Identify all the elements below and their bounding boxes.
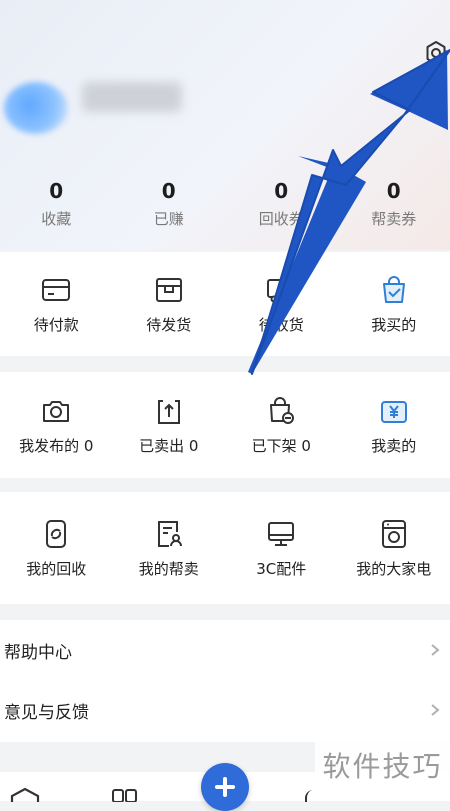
stat-recycle-coupon[interactable]: 0 回收券 [225, 176, 338, 236]
my-recycle-label: 我的回收 [26, 558, 86, 579]
camera-icon [40, 395, 72, 427]
yuan-wallet-icon [378, 395, 410, 427]
menu-list: 帮助中心 意见与反馈 [0, 620, 450, 742]
to-ship-button[interactable]: 待发货 [113, 252, 226, 356]
bag-remove-icon [265, 395, 297, 427]
help-center-label: 帮助中心 [4, 638, 72, 663]
to-pay-label: 待付款 [34, 314, 79, 335]
avatar[interactable] [4, 82, 68, 134]
stat-value: 0 [113, 176, 226, 206]
my-posts-label: 我发布的 0 [19, 435, 93, 456]
delisted-label: 已下架 0 [252, 435, 311, 456]
to-receive-button[interactable]: 待收货 [225, 252, 338, 356]
chevron-right-icon [428, 703, 442, 717]
my-purchases-button[interactable]: 我买的 [338, 252, 450, 356]
accessories-3c-label: 3C配件 [256, 558, 306, 579]
to-ship-label: 待发货 [146, 314, 191, 335]
menu-help-center[interactable]: 帮助中心 [0, 620, 450, 680]
message-tab-icon[interactable] [305, 790, 317, 802]
my-posts-button[interactable]: 我发布的 0 [0, 372, 113, 478]
my-sales-label: 我卖的 [371, 435, 416, 456]
my-recycle-button[interactable]: 我的回收 [0, 492, 113, 604]
stat-sell-coupon[interactable]: 0 帮卖券 [338, 176, 450, 236]
my-appliances-button[interactable]: 我的大家电 [338, 492, 450, 604]
my-help-sell-label: 我的帮卖 [139, 558, 199, 579]
package-box-icon [153, 274, 185, 306]
sold-label: 已卖出 0 [139, 435, 198, 456]
stat-value: 0 [225, 176, 338, 206]
watermark: 软件技巧 [315, 742, 450, 788]
my-help-sell-button[interactable]: 我的帮卖 [113, 492, 226, 604]
stat-earned[interactable]: 0 已赚 [113, 176, 226, 236]
accessories-3c-button[interactable]: 3C配件 [225, 492, 338, 604]
menu-feedback[interactable]: 意见与反馈 [0, 680, 450, 740]
to-pay-button[interactable]: 待付款 [0, 252, 113, 356]
stat-value: 0 [0, 176, 113, 206]
my-appliances-label: 我的大家电 [356, 558, 431, 579]
upload-box-icon [153, 395, 185, 427]
stat-label: 已赚 [113, 208, 226, 229]
stat-value: 0 [338, 176, 450, 206]
delisted-button[interactable]: 已下架 0 [225, 372, 338, 478]
home-tab-icon[interactable] [10, 788, 40, 802]
stat-favorites[interactable]: 0 收藏 [0, 176, 113, 236]
stats-row: 0 收藏 0 已赚 0 回收券 0 帮卖券 [0, 176, 450, 236]
chevron-right-icon [428, 643, 442, 657]
sold-button[interactable]: 已卖出 0 [113, 372, 226, 478]
feedback-label: 意见与反馈 [4, 698, 89, 723]
settings-gear-icon[interactable] [423, 40, 449, 66]
username-blurred [82, 82, 182, 112]
wallet-card-icon [40, 274, 72, 306]
my-purchases-label: 我买的 [371, 314, 416, 335]
shopping-bag-icon [378, 274, 410, 306]
washing-machine-icon [378, 518, 410, 550]
delivery-truck-icon [265, 274, 297, 306]
recycle-phone-icon [40, 518, 72, 550]
buy-orders-card: 待付款 待发货 待收货 我买的 [0, 252, 450, 356]
profile-header: 0 收藏 0 已赚 0 回收券 0 帮卖券 [0, 0, 450, 250]
user-document-icon [153, 518, 185, 550]
my-sales-button[interactable]: 我卖的 [338, 372, 450, 478]
stat-label: 帮卖券 [338, 208, 450, 229]
services-card: 我的回收 我的帮卖 3C配件 [0, 492, 450, 604]
stat-label: 回收券 [225, 208, 338, 229]
to-receive-label: 待收货 [259, 314, 304, 335]
category-tab-icon[interactable] [110, 788, 140, 802]
sell-orders-card: 我发布的 0 已卖出 0 已下架 0 我卖的 [0, 372, 450, 478]
publish-plus-button[interactable] [201, 763, 249, 811]
stat-label: 收藏 [0, 208, 113, 229]
monitor-icon [265, 518, 297, 550]
